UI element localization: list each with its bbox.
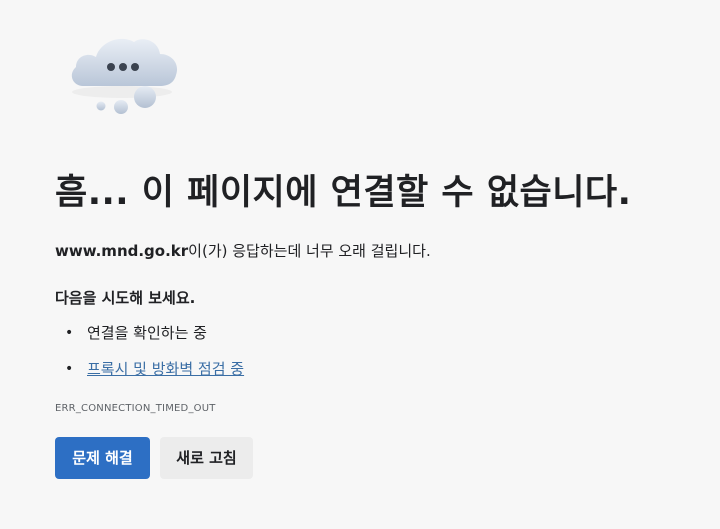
error-page: 흠... 이 페이지에 연결할 수 없습니다. www.mnd.go.kr이(가… xyxy=(0,0,720,529)
list-item: • 연결을 확인하는 중 xyxy=(55,322,244,358)
proxy-firewall-link[interactable]: 프록시 및 방화벽 점검 중 xyxy=(87,360,244,378)
site-host: www.mnd.go.kr xyxy=(55,242,189,260)
suggestion-check-connection: 연결을 확인하는 중 xyxy=(87,324,207,342)
error-summary: www.mnd.go.kr이(가) 응답하는데 너무 오래 걸립니다. xyxy=(55,240,431,262)
suggestions-heading: 다음을 시도해 보세요. xyxy=(55,289,196,307)
cloud-thinking-icon xyxy=(71,38,178,114)
troubleshoot-button[interactable]: 문제 해결 xyxy=(55,437,150,479)
refresh-button[interactable]: 새로 고침 xyxy=(160,437,253,479)
bullet-icon: • xyxy=(65,325,74,341)
bullet-icon: • xyxy=(65,361,74,377)
list-item: • 프록시 및 방화벽 점검 중 xyxy=(55,358,244,394)
page-title: 흠... 이 페이지에 연결할 수 없습니다. xyxy=(55,173,632,213)
error-code: ERR_CONNECTION_TIMED_OUT xyxy=(55,403,216,414)
suggestions-list: • 연결을 확인하는 중 • 프록시 및 방화벽 점검 중 xyxy=(55,322,244,394)
error-message: 이(가) 응답하는데 너무 오래 걸립니다. xyxy=(188,242,431,260)
